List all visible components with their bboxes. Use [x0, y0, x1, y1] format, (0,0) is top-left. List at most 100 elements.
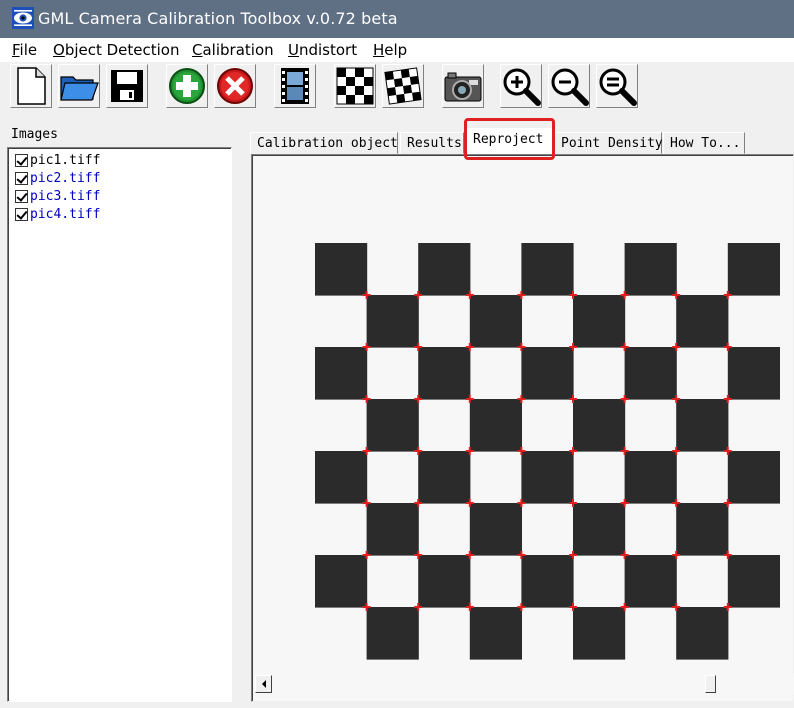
- zoom-out-icon: [551, 68, 589, 106]
- arrow-left-icon: [261, 680, 266, 688]
- menu-bar: File Object Detection Calibration Undist…: [0, 38, 794, 62]
- checker-square: [573, 503, 626, 556]
- tab-point-density[interactable]: Point Density: [554, 132, 663, 154]
- menu-undistort[interactable]: Undistort: [288, 41, 357, 59]
- checker-square: [676, 399, 729, 452]
- reproject-view[interactable]: [251, 154, 794, 702]
- menu-calibration-mnemonic: C: [192, 41, 203, 59]
- menu-file-mnemonic: F: [12, 41, 20, 59]
- checker-square: [624, 451, 677, 504]
- horizontal-scrollbar[interactable]: [253, 673, 794, 695]
- window-title: GML Camera Calibration Toolbox v.0.72 be…: [38, 9, 398, 28]
- checker-square: [727, 347, 780, 400]
- film-button[interactable]: [274, 64, 316, 108]
- tab-strip: Calibration object Results Reproject Poi…: [250, 128, 794, 154]
- image-item-pic4[interactable]: pic4.tiff: [15, 206, 100, 223]
- checkerboard-button[interactable]: [334, 64, 376, 108]
- image-name[interactable]: pic3.tiff: [30, 189, 100, 204]
- checker-square: [418, 451, 471, 504]
- menu-file-label: ile: [19, 41, 38, 59]
- menu-object-detection[interactable]: Object Detection: [53, 41, 180, 59]
- checker-square: [366, 399, 419, 452]
- image-name[interactable]: pic1.tiff: [30, 153, 100, 168]
- checker-square: [366, 503, 419, 556]
- open-folder-button[interactable]: [58, 64, 100, 108]
- zoom-out-button[interactable]: [548, 64, 590, 108]
- checker-square: [676, 607, 729, 660]
- checker-square: [521, 451, 574, 504]
- app-eye-icon: [12, 7, 34, 29]
- checker-square: [727, 555, 780, 608]
- zoom-in-icon: [503, 68, 541, 106]
- zoom-fit-icon: [599, 68, 637, 106]
- checker-square: [315, 555, 368, 608]
- menu-file[interactable]: File: [12, 41, 37, 59]
- checker-square: [727, 243, 780, 296]
- image-checkbox[interactable]: [15, 208, 28, 221]
- checkerboard-detect-icon: [384, 67, 422, 105]
- zoom-in-button[interactable]: [500, 64, 542, 108]
- checker-square: [469, 295, 522, 348]
- checker-square: [366, 295, 419, 348]
- menu-undistort-label: ndistort: [298, 41, 358, 59]
- checker-square: [676, 503, 729, 556]
- images-panel-label: Images: [11, 127, 58, 142]
- checker-square: [469, 399, 522, 452]
- menu-help[interactable]: Help: [373, 41, 407, 59]
- checker-square: [573, 607, 626, 660]
- checkerboard-icon: [336, 67, 374, 105]
- new-file-button[interactable]: [10, 64, 52, 108]
- checker-square: [624, 555, 677, 608]
- image-item-pic3[interactable]: pic3.tiff: [15, 188, 100, 205]
- menu-undistort-mnemonic: U: [288, 41, 299, 59]
- menu-object-detection-mnemonic: O: [53, 41, 65, 59]
- image-item-pic2[interactable]: pic2.tiff: [15, 170, 100, 187]
- tab-results[interactable]: Results: [400, 132, 464, 154]
- title-bar: GML Camera Calibration Toolbox v.0.72 be…: [0, 0, 794, 38]
- camera-button[interactable]: [442, 64, 484, 108]
- scroll-thumb[interactable]: [705, 675, 716, 693]
- detect-corners-button[interactable]: [382, 64, 424, 108]
- film-icon: [281, 68, 309, 104]
- image-checkbox[interactable]: [15, 172, 28, 185]
- zoom-fit-button[interactable]: [596, 64, 638, 108]
- menu-help-label: elp: [384, 41, 408, 59]
- image-checkbox[interactable]: [15, 190, 28, 203]
- tab-reproject[interactable]: Reproject: [466, 128, 554, 154]
- checker-square: [727, 451, 780, 504]
- add-icon: [169, 68, 205, 104]
- image-item-pic1[interactable]: pic1.tiff: [15, 152, 100, 169]
- image-name[interactable]: pic2.tiff: [30, 171, 100, 186]
- menu-calibration-label: alibration: [202, 41, 274, 59]
- add-image-button[interactable]: [166, 64, 208, 108]
- tab-how-to[interactable]: How To...: [663, 132, 745, 154]
- camera-icon: [444, 72, 482, 102]
- new-file-icon: [17, 67, 46, 105]
- checker-square: [624, 243, 677, 296]
- checker-square: [315, 243, 368, 296]
- menu-calibration[interactable]: Calibration: [192, 41, 274, 59]
- checker-square: [418, 243, 471, 296]
- checker-square: [624, 347, 677, 400]
- tab-calibration-object[interactable]: Calibration object: [250, 132, 398, 154]
- checker-square: [469, 607, 522, 660]
- checker-square: [521, 243, 574, 296]
- image-checkbox[interactable]: [15, 154, 28, 167]
- checker-square: [315, 347, 368, 400]
- images-list[interactable]: pic1.tiff pic2.tiff pic3.tiff pic4.tiff: [7, 147, 232, 702]
- checker-square: [521, 347, 574, 400]
- checker-square: [521, 555, 574, 608]
- menu-object-detection-label: bject Detection: [64, 41, 180, 59]
- checker-square: [366, 607, 419, 660]
- remove-image-button[interactable]: [214, 64, 256, 108]
- checker-square: [676, 295, 729, 348]
- checkerboard-squares: [315, 243, 780, 660]
- menu-help-mnemonic: H: [373, 41, 385, 59]
- image-name[interactable]: pic4.tiff: [30, 207, 100, 222]
- checkerboard-image: [315, 243, 780, 660]
- checker-square: [418, 347, 471, 400]
- open-folder-icon: [60, 76, 99, 101]
- save-button[interactable]: [106, 64, 148, 108]
- scroll-left-button[interactable]: [255, 675, 272, 693]
- remove-icon: [217, 68, 253, 104]
